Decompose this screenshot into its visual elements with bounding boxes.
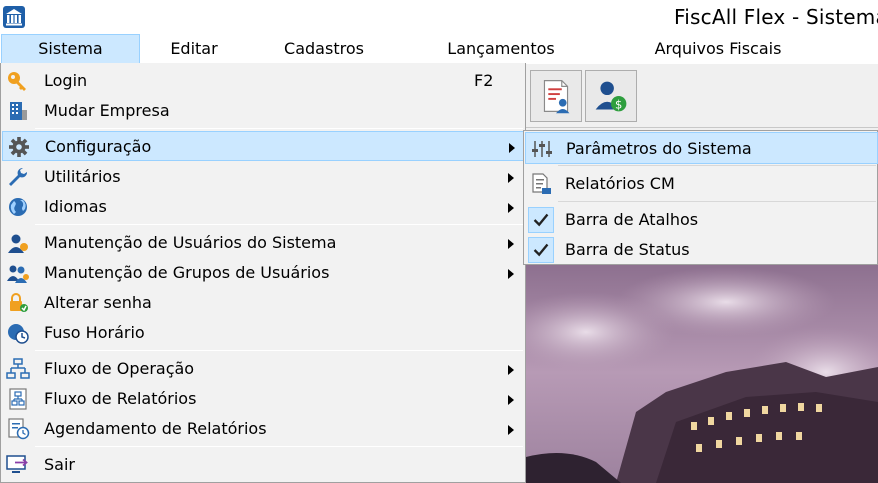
menu-item-label: Configuração	[45, 137, 152, 156]
menu-item-alterar-senha[interactable]: Alterar senha	[2, 288, 524, 318]
submenu-arrow-icon	[508, 239, 514, 249]
users-group-icon	[7, 265, 29, 283]
menubar-cadastros[interactable]: Cadastros	[248, 34, 400, 64]
shortcut-toolbar: $	[526, 66, 878, 128]
menu-item-label: Utilitários	[44, 167, 121, 186]
title-bar: FiscAll Flex - Sistema	[0, 0, 878, 34]
menu-item-label: Alterar senha	[44, 293, 152, 312]
flowchart-icon	[6, 358, 30, 379]
menu-item-agendamento-relatorios[interactable]: Agendamento de Relatórios	[2, 414, 524, 444]
menu-item-label: Manutenção de Grupos de Usuários	[44, 263, 330, 282]
menu-bar: Sistema Editar Cadastros Lançamentos Arq…	[0, 34, 878, 64]
user-icon	[8, 234, 28, 253]
submenu-arrow-icon	[509, 143, 515, 153]
menu-item-label: Mudar Empresa	[44, 101, 170, 120]
configuracao-submenu: Parâmetros do Sistema Relatórios CM Barr…	[523, 130, 878, 265]
report-icon	[532, 173, 551, 194]
menu-item-manutencao-grupos[interactable]: Manutenção de Grupos de Usuários	[2, 258, 524, 288]
clock-globe-icon	[8, 324, 29, 344]
menu-item-configuracao[interactable]: Configuração	[2, 131, 524, 161]
submenu-separator	[558, 165, 876, 166]
menu-item-manutencao-usuarios[interactable]: Manutenção de Usuários do Sistema	[2, 228, 524, 258]
report-flow-icon	[9, 388, 27, 410]
toolbar-button-document-user[interactable]	[530, 70, 582, 122]
menu-item-shortcut: F2	[474, 71, 494, 90]
submenu-item-label: Parâmetros do Sistema	[566, 139, 752, 158]
submenu-item-barra-atalhos[interactable]: Barra de Atalhos	[525, 204, 878, 236]
lock-icon	[10, 293, 28, 312]
checkmark-icon	[528, 237, 554, 263]
svg-text:$: $	[615, 98, 622, 112]
menu-separator	[35, 350, 523, 351]
menu-item-label: Manutenção de Usuários do Sistema	[44, 233, 337, 252]
gear-icon	[9, 137, 29, 157]
menu-item-mudar-empresa[interactable]: Mudar Empresa	[2, 96, 524, 126]
user-money-icon: $	[595, 81, 627, 112]
globe-icon	[9, 198, 27, 216]
menu-item-fluxo-operacao[interactable]: Fluxo de Operação	[2, 354, 524, 384]
app-logo-icon[interactable]	[2, 5, 26, 29]
menu-item-label: Idiomas	[44, 197, 107, 216]
building-icon	[10, 102, 27, 120]
menu-item-label: Agendamento de Relatórios	[44, 419, 267, 438]
submenu-item-label: Barra de Status	[565, 240, 690, 259]
castle-photo	[526, 262, 878, 483]
menu-item-fuso-horario[interactable]: Fuso Horário	[2, 318, 524, 348]
menu-item-label: Fluxo de Operação	[44, 359, 195, 378]
menubar-lancamentos[interactable]: Lançamentos	[400, 34, 602, 64]
submenu-item-relatorios-cm[interactable]: Relatórios CM	[525, 168, 878, 200]
menubar-editar[interactable]: Editar	[140, 34, 248, 64]
sliders-icon	[532, 141, 552, 157]
submenu-arrow-icon	[508, 173, 514, 183]
submenu-item-label: Barra de Atalhos	[565, 210, 699, 229]
schedule-report-icon	[8, 418, 30, 440]
submenu-item-parametros-sistema[interactable]: Parâmetros do Sistema	[525, 132, 878, 164]
menu-item-sair[interactable]: Sair	[2, 450, 524, 480]
menu-item-login[interactable]: Login F2	[2, 66, 524, 96]
wrench-icon	[9, 167, 28, 186]
menu-item-label: Login	[44, 71, 88, 90]
exit-icon	[6, 455, 28, 473]
toolbar-button-user-money[interactable]: $	[585, 70, 637, 122]
menubar-sistema[interactable]: Sistema	[1, 34, 140, 64]
submenu-item-barra-status[interactable]: Barra de Status	[525, 234, 878, 266]
checkmark-icon	[528, 207, 554, 233]
submenu-arrow-icon	[508, 365, 514, 375]
menu-separator	[35, 446, 523, 447]
submenu-arrow-icon	[508, 425, 514, 435]
submenu-arrow-icon	[508, 395, 514, 405]
submenu-arrow-icon	[508, 269, 514, 279]
menu-item-fluxo-relatorios[interactable]: Fluxo de Relatórios	[2, 384, 524, 414]
submenu-arrow-icon	[508, 203, 514, 213]
key-icon	[8, 72, 26, 91]
menu-item-utilitarios[interactable]: Utilitários	[2, 162, 524, 192]
window-title: FiscAll Flex - Sistema	[674, 5, 878, 29]
menubar-arquivos-fiscais[interactable]: Arquivos Fiscais	[602, 34, 834, 64]
sistema-dropdown-menu: Login F2 Mudar Empresa Configuração Util…	[0, 63, 526, 483]
submenu-item-label: Relatórios CM	[565, 174, 675, 193]
menu-item-label: Fuso Horário	[44, 323, 145, 342]
submenu-separator	[558, 201, 876, 202]
background-photo	[526, 262, 878, 483]
menu-separator	[35, 224, 523, 225]
menu-item-label: Fluxo de Relatórios	[44, 389, 197, 408]
menu-separator	[35, 128, 523, 129]
menu-item-idiomas[interactable]: Idiomas	[2, 192, 524, 222]
document-user-icon	[543, 80, 570, 114]
menu-item-label: Sair	[44, 455, 75, 474]
